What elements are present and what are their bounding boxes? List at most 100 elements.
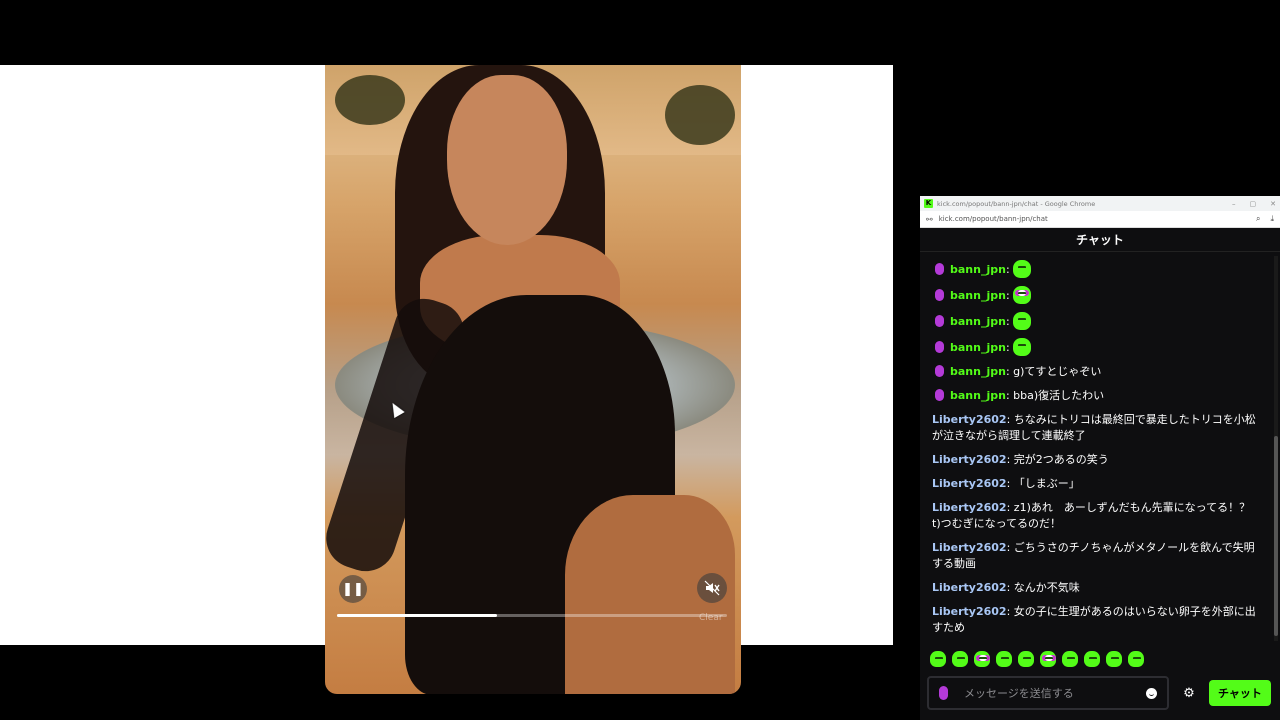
zoom-icon[interactable]: ⌕ [1256, 214, 1260, 224]
microphone-badge-icon [935, 315, 944, 327]
maximize-icon[interactable]: ▢ [1250, 200, 1257, 208]
chat-username[interactable]: Liberty2602 [932, 605, 1007, 618]
window-titlebar: K kick.com/popout/bann-jpn/chat - Google… [920, 196, 1280, 211]
microphone-badge-icon [935, 289, 944, 301]
chat-message: Liberty2602: 女の子に生理があるのはいらない卵子を外部に出すため [932, 604, 1262, 636]
frog-emote-icon[interactable] [1062, 651, 1078, 667]
chat-username[interactable]: bann_jpn [950, 365, 1006, 378]
chat-message: bann_jpn: [932, 260, 1262, 278]
address-bar[interactable]: ⚯ kick.com/popout/bann-jpn/chat ⌕ ⤓ [920, 211, 1280, 228]
frog-emote-icon[interactable] [1106, 651, 1122, 667]
video-progress-fill [337, 614, 497, 617]
emoji-picker-icon[interactable] [1146, 687, 1157, 699]
chat-username[interactable]: Liberty2602 [932, 581, 1007, 594]
chat-message-text: 完が2つあるの笑う [1013, 453, 1109, 466]
site-info-icon[interactable]: ⚯ [926, 215, 933, 224]
close-icon[interactable]: ✕ [1270, 200, 1276, 208]
chat-separator: : [1006, 477, 1014, 490]
chat-message-text: なんか不気味 [1013, 581, 1080, 594]
chat-separator: : [1006, 605, 1014, 618]
chat-separator: : [1006, 501, 1014, 514]
address-actions: ⌕ ⤓ [1256, 214, 1274, 224]
gear-icon: ⚙ [1183, 685, 1195, 701]
chat-message-input[interactable] [964, 686, 1146, 700]
chat-username[interactable]: Liberty2602 [932, 413, 1007, 426]
chat-separator: : [1005, 289, 1014, 302]
kick-favicon-icon: K [924, 199, 933, 208]
chat-header: チャット [920, 228, 1280, 252]
chat-username[interactable]: bann_jpn [950, 315, 1006, 328]
frog-emote-icon[interactable] [952, 651, 968, 667]
chat-username[interactable]: bann_jpn [950, 341, 1006, 354]
download-icon[interactable]: ⤓ [1270, 214, 1274, 224]
frog-emote-icon[interactable] [1013, 338, 1032, 356]
chat-title: チャット [1076, 233, 1124, 247]
minimize-icon[interactable]: – [1232, 200, 1236, 208]
frog-emote-icon[interactable] [1018, 651, 1034, 667]
frog-emote-icon[interactable] [1128, 651, 1144, 667]
chat-scrollbar[interactable] [1274, 256, 1278, 641]
frog-emote-icon[interactable] [1013, 260, 1032, 278]
chat-separator: : [1006, 413, 1014, 426]
chat-separator: : [1005, 263, 1014, 276]
frog-emote-icon[interactable] [1013, 312, 1032, 330]
microphone-badge-icon [935, 341, 944, 353]
muted-speaker-icon [704, 580, 720, 596]
chat-message: Liberty2602: ちなみにトリコは最終回で暴走したトリコを小松が泣きなが… [932, 412, 1262, 444]
chat-username[interactable]: Liberty2602 [932, 541, 1007, 554]
chat-input-row: ⚙ チャット [927, 675, 1273, 711]
video-scene-palm [335, 75, 405, 125]
pause-icon: ❚❚ [342, 581, 364, 597]
video-panel: ❚❚ Clear [0, 65, 893, 694]
chat-message: Liberty2602: z1)あれ あーしずんだもん先輩になってる！？ t)つ… [932, 500, 1262, 532]
chat-username[interactable]: Liberty2602 [932, 453, 1007, 466]
chat-separator: : [1005, 341, 1014, 354]
chat-message: bann_jpn: g)てすとじゃぞい [932, 364, 1262, 380]
frog-emote-icon[interactable] [996, 651, 1012, 667]
emote-bar [930, 651, 1144, 667]
window-controls: – ▢ ✕ [1232, 200, 1276, 208]
mute-button[interactable] [697, 573, 727, 603]
chat-message: bann_jpn: [932, 312, 1262, 330]
video-progress-bar[interactable] [337, 614, 727, 617]
frog-emote-icon[interactable] [930, 651, 946, 667]
chat-message: Liberty2602: ごちうさのチノちゃんがメタノールを飲んで失明する動画 [932, 540, 1262, 572]
video-scene-palm [665, 85, 735, 145]
chat-scrollbar-thumb[interactable] [1274, 436, 1278, 636]
send-chat-button[interactable]: チャット [1209, 680, 1271, 706]
chat-separator: : [1006, 541, 1014, 554]
chat-message-text: bba)復活したわい [1013, 389, 1105, 402]
chat-message: bann_jpn: [932, 338, 1262, 356]
frog-eyes-emote-icon[interactable] [1013, 286, 1032, 304]
chat-username[interactable]: bann_jpn [950, 289, 1006, 302]
chat-message: Liberty2602: 「しまぶー」 [932, 476, 1262, 492]
chat-message-text: g)てすとじゃぞい [1013, 365, 1102, 378]
microphone-badge-icon [935, 365, 944, 377]
frog-eyes-emote-icon[interactable] [974, 651, 990, 667]
chat-separator: : [1006, 453, 1014, 466]
chat-username[interactable]: Liberty2602 [932, 477, 1007, 490]
window-title: kick.com/popout/bann-jpn/chat - Google C… [937, 199, 1096, 208]
chat-message-list[interactable]: bann_jpn: bann_jpn: bann_jpn: bann_jpn: … [920, 256, 1274, 641]
chat-popup-window: K kick.com/popout/bann-jpn/chat - Google… [920, 196, 1280, 720]
chat-input-box[interactable] [927, 676, 1169, 710]
video-player[interactable]: ❚❚ Clear [325, 65, 741, 694]
frog-emote-icon[interactable] [1084, 651, 1100, 667]
chat-message: bann_jpn: [932, 286, 1262, 304]
chat-username[interactable]: Liberty2602 [932, 501, 1007, 514]
pause-button[interactable]: ❚❚ [339, 575, 367, 603]
chat-message: Liberty2602: 完が2つあるの笑う [932, 452, 1262, 468]
chat-username[interactable]: bann_jpn [950, 263, 1006, 276]
frog-eyes-emote-icon[interactable] [1040, 651, 1056, 667]
chat-username[interactable]: bann_jpn [950, 389, 1006, 402]
chat-separator: : [1006, 581, 1014, 594]
chat-settings-button[interactable]: ⚙ [1169, 686, 1209, 701]
chat-separator: : [1005, 315, 1014, 328]
chat-message: Liberty2602: なんか不気味 [932, 580, 1262, 596]
video-scene-figure-face [447, 75, 567, 245]
microphone-badge-icon [935, 263, 944, 275]
address-url[interactable]: kick.com/popout/bann-jpn/chat [939, 215, 1048, 223]
chat-message: bann_jpn: bba)復活したわい [932, 388, 1262, 404]
microphone-icon [939, 686, 948, 700]
microphone-badge-icon [935, 389, 944, 401]
